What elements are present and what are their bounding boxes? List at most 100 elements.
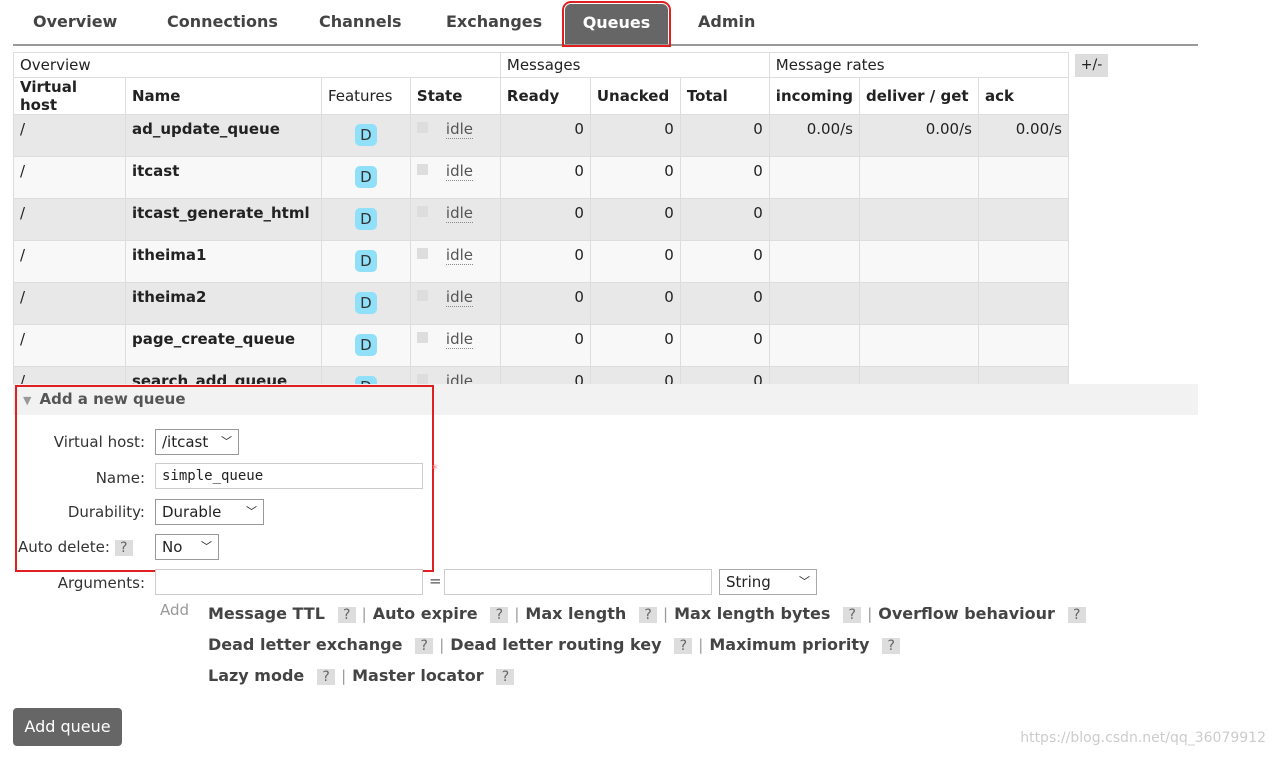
- column-header[interactable]: incoming: [768, 77, 861, 115]
- autodelete-select[interactable]: No ﹀: [155, 534, 219, 560]
- queue-name-link[interactable]: page_create_queue: [124, 324, 322, 367]
- unacked-cell: 0: [589, 324, 681, 367]
- total-cell: 0: [679, 282, 770, 325]
- argument-type-select[interactable]: String ﹀: [719, 569, 817, 595]
- state-label: idle: [445, 204, 474, 223]
- columns-toggle-button[interactable]: +/-: [1075, 54, 1108, 77]
- argument-shortcut-link[interactable]: Dead letter exchange: [208, 635, 402, 654]
- argument-shortcut-link[interactable]: Auto expire: [373, 604, 478, 623]
- argument-shortcut-link[interactable]: Dead letter routing key: [450, 635, 661, 654]
- state-label: idle: [445, 246, 474, 265]
- deliver-cell: [859, 198, 979, 241]
- ready-cell: 0: [499, 198, 591, 241]
- tab-connections[interactable]: Connections: [167, 12, 278, 31]
- incoming-cell: [768, 282, 861, 325]
- durable-badge: D: [355, 124, 377, 146]
- argument-shortcut-link[interactable]: Overflow behaviour: [878, 604, 1055, 623]
- unacked-cell: 0: [589, 240, 681, 283]
- ack-cell: [977, 282, 1070, 325]
- help-icon[interactable]: ?: [337, 607, 356, 623]
- add-argument-link[interactable]: Add: [160, 601, 189, 619]
- name-input[interactable]: simple_queue: [155, 463, 423, 489]
- chevron-down-icon: ﹀: [246, 505, 257, 518]
- vhost-cell: /: [13, 198, 126, 241]
- column-header[interactable]: deliver / get: [859, 77, 979, 115]
- tab-exchanges[interactable]: Exchanges: [446, 12, 542, 31]
- state-label: idle: [445, 162, 474, 181]
- durable-badge: D: [355, 292, 377, 314]
- queue-name-link[interactable]: itcast: [124, 156, 322, 199]
- ack-cell: 0.00/s: [977, 114, 1070, 157]
- help-icon[interactable]: ?: [415, 638, 434, 654]
- table-row: / itheima2 D idle 0 0 0: [13, 282, 1070, 325]
- help-icon[interactable]: ?: [843, 607, 862, 623]
- arguments-label: Arguments:: [57, 574, 145, 592]
- durability-label: Durability:: [67, 503, 145, 521]
- name-label: Name:: [95, 469, 145, 487]
- queue-name-link[interactable]: ad_update_queue: [124, 114, 322, 157]
- unacked-cell: 0: [589, 156, 681, 199]
- vhost-select[interactable]: /itcast ﹀: [155, 429, 239, 455]
- column-header[interactable]: Total: [679, 77, 770, 115]
- column-header[interactable]: Ready: [499, 77, 591, 115]
- deliver-cell: 0.00/s: [859, 114, 979, 157]
- tab-queues[interactable]: Queues: [562, 1, 671, 47]
- argument-shortcut-link[interactable]: Max length: [525, 604, 626, 623]
- incoming-cell: [768, 240, 861, 283]
- deliver-cell: [859, 156, 979, 199]
- column-header[interactable]: State: [409, 77, 501, 115]
- state-cell: idle: [409, 324, 501, 367]
- total-cell: 0: [679, 198, 770, 241]
- help-icon[interactable]: ?: [1067, 607, 1086, 623]
- argument-value-input[interactable]: [444, 569, 712, 595]
- queues-table: Overview Messages Message rates Virtual ho…: [13, 52, 1070, 409]
- ack-cell: [977, 240, 1070, 283]
- unacked-cell: 0: [589, 198, 681, 241]
- ready-cell: 0: [499, 324, 591, 367]
- argument-shortcut-link[interactable]: Maximum priority: [709, 635, 869, 654]
- column-header[interactable]: Unacked: [589, 77, 681, 115]
- add-queue-button[interactable]: Add queue: [13, 708, 122, 746]
- state-indicator-icon: [416, 332, 428, 343]
- queue-name-link[interactable]: itheima2: [124, 282, 322, 325]
- chevron-down-icon: ﹀: [201, 540, 212, 553]
- column-header[interactable]: Features: [320, 77, 411, 115]
- help-icon[interactable]: ?: [496, 669, 515, 685]
- argument-shortcut-link[interactable]: Master locator: [352, 666, 484, 685]
- nav-tabs: Overview Connections Channels Exchanges …: [13, 0, 1198, 47]
- tab-admin[interactable]: Admin: [698, 12, 755, 31]
- deliver-cell: [859, 324, 979, 367]
- durable-badge: D: [355, 250, 377, 272]
- state-cell: idle: [409, 156, 501, 199]
- column-header[interactable]: Name: [124, 77, 322, 115]
- column-header[interactable]: Virtual host: [13, 77, 126, 115]
- help-icon[interactable]: ?: [882, 638, 901, 654]
- state-indicator-icon: [416, 164, 428, 175]
- argument-shortcut-link[interactable]: Lazy mode: [208, 666, 304, 685]
- help-icon[interactable]: ?: [490, 607, 509, 623]
- total-cell: 0: [679, 240, 770, 283]
- vhost-label: Virtual host:: [53, 433, 145, 451]
- help-icon[interactable]: ?: [317, 669, 336, 685]
- group-overview: Overview: [13, 52, 501, 78]
- tab-overview[interactable]: Overview: [33, 12, 117, 31]
- argument-key-input[interactable]: [155, 569, 423, 595]
- total-cell: 0: [679, 114, 770, 157]
- queue-name-link[interactable]: itheima1: [124, 240, 322, 283]
- state-cell: idle: [409, 114, 501, 157]
- argument-shortcut-link[interactable]: Max length bytes: [674, 604, 830, 623]
- help-icon[interactable]: ?: [639, 607, 658, 623]
- column-header[interactable]: ack: [977, 77, 1070, 115]
- help-icon[interactable]: ?: [114, 540, 133, 556]
- chevron-down-icon: ﹀: [221, 435, 232, 448]
- tab-channels[interactable]: Channels: [319, 12, 402, 31]
- features-cell: D: [320, 198, 411, 241]
- help-icon[interactable]: ?: [674, 638, 693, 654]
- ack-cell: [977, 198, 1070, 241]
- durability-select[interactable]: Durable ﹀: [155, 499, 264, 525]
- argument-shortcut-link[interactable]: Message TTL: [208, 604, 325, 623]
- vhost-cell: /: [13, 324, 126, 367]
- queue-name-link[interactable]: itcast_generate_html: [124, 198, 322, 241]
- vhost-cell: /: [13, 156, 126, 199]
- argument-shortcuts-row: Lazy mode ? | Master locator ?: [208, 666, 515, 685]
